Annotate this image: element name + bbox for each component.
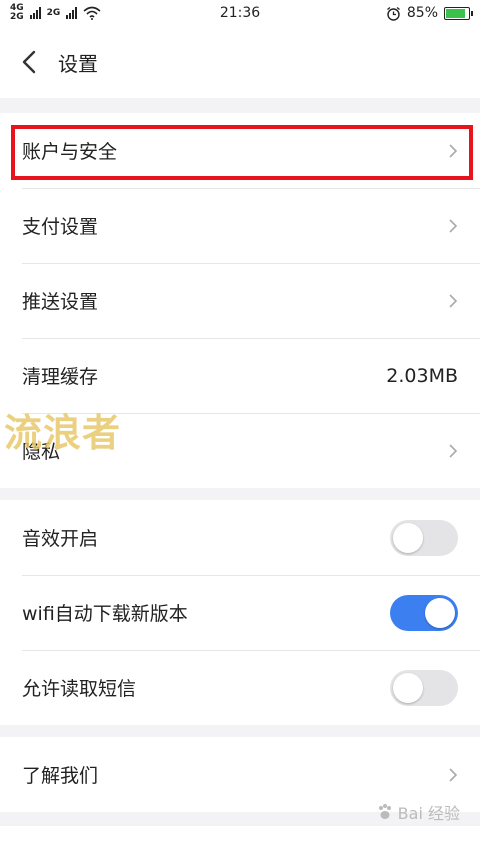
status-bar: 4G 2G 2G 21:36 85% [0,0,480,26]
item-label: 清理缓存 [22,366,99,388]
wifi-auto-update-item: wifi自动下载新版本 [0,575,480,650]
item-label: 支付设置 [22,216,99,238]
sound-effects-toggle[interactable] [390,519,458,556]
baidu-watermark: Bai 经验 [376,800,460,824]
alarm-icon [386,6,400,21]
battery-percent: 85% [406,5,438,21]
wifi-auto-update-toggle[interactable] [390,594,458,631]
network-top2-label: 2G [46,7,61,18]
page-title: 设置 [58,51,98,76]
chevron-right-icon [449,767,458,782]
read-sms-toggle[interactable] [390,669,458,706]
network-type-2: 2G [46,7,61,18]
settings-group-toggles: 音效开启 wifi自动下载新版本 允许读取短信 [0,500,480,725]
signal-icon-2 [66,7,78,19]
sound-effects-item: 音效开启 [0,500,480,575]
paw-icon [378,804,391,819]
signal-icon [29,7,41,19]
item-label: 了解我们 [22,765,99,787]
status-right: 85% [386,5,473,21]
watermark-text: 流浪者 [4,411,122,455]
wifi-icon [83,6,101,20]
item-label: 推送设置 [22,291,99,313]
item-label: 允许读取短信 [22,678,137,700]
item-label: wifi自动下载新版本 [22,603,188,625]
item-label: 音效开启 [22,528,99,550]
chevron-right-icon [449,143,458,158]
push-settings-item[interactable]: 推送设置 [0,263,480,338]
back-arrow-icon [22,50,36,74]
payment-settings-item[interactable]: 支付设置 [0,188,480,263]
chevron-right-icon [449,443,458,458]
baidu-watermark-text: Bai 经验 [397,804,460,823]
chevron-right-icon [449,293,458,308]
nav-header: 设置 [0,26,480,98]
network-bottom-label: 2G [10,12,24,22]
battery-icon [444,6,473,20]
back-button[interactable] [0,26,58,98]
cache-size-value: 2.03MB [386,364,458,387]
network-type: 4G 2G [10,4,24,22]
item-label: 账户与安全 [22,141,118,163]
read-sms-item: 允许读取短信 [0,650,480,725]
settings-group-next [0,826,480,853]
chevron-right-icon [449,218,458,233]
network-indicators: 4G 2G 2G [10,4,101,22]
account-security-item[interactable]: 账户与安全 [0,113,480,188]
